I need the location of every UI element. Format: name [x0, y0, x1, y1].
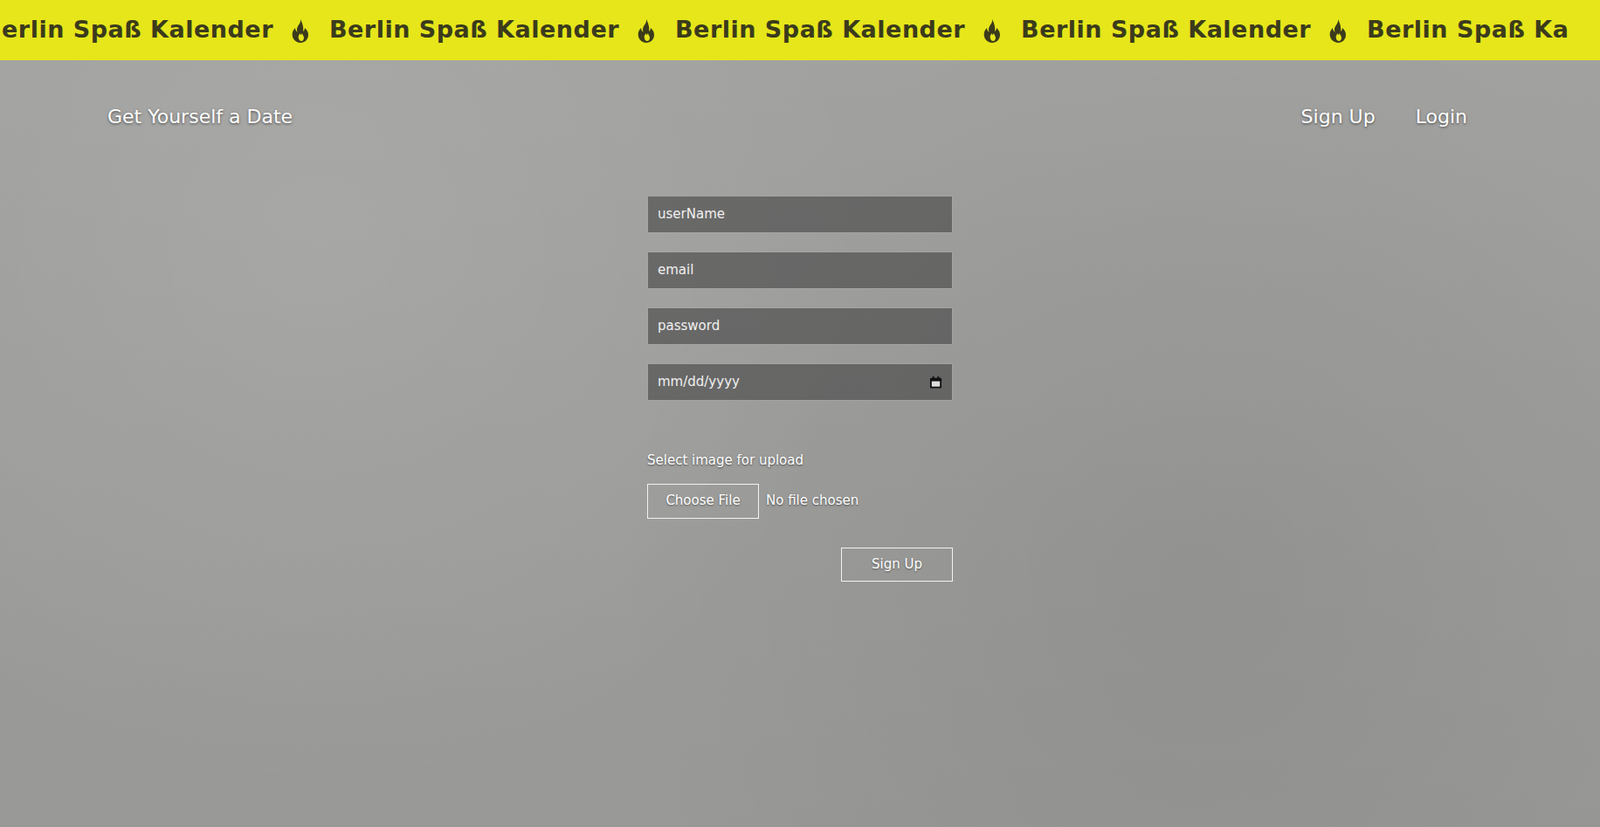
choose-file-button[interactable]: Choose File: [647, 483, 759, 519]
signup-form: Select image for upload Choose File No fil…: [647, 195, 953, 582]
upload-label: Select image for upload: [647, 450, 953, 471]
ticker-text: Berlin Spaß Kalender: [675, 12, 966, 49]
top-navbar: Get Yourself a Date Sign Up Login: [0, 60, 1600, 132]
nav-link-item[interactable]: Sign Up: [1301, 102, 1376, 132]
form-field: [647, 307, 953, 345]
brand-link[interactable]: Get Yourself a Date: [107, 102, 293, 132]
submit-row: Sign Up: [647, 518, 953, 582]
flame-icon: [1326, 17, 1350, 44]
file-status: No file chosen: [765, 490, 859, 511]
ticker-text: Berlin Spaß Kalender: [329, 12, 620, 49]
nav-links: Sign Up Login: [1301, 102, 1468, 132]
form-field: [647, 251, 953, 290]
flame-icon: [980, 17, 1004, 44]
nav-link-item[interactable]: Login: [1415, 102, 1468, 132]
sign-up-button[interactable]: Sign Up: [841, 547, 953, 582]
password-input[interactable]: [647, 307, 953, 345]
email-input[interactable]: [647, 251, 953, 290]
ticker-text: erlin Spaß Kalender: [1, 12, 274, 49]
ticker-text: Berlin Spaß Kalender: [1020, 12, 1311, 49]
form-field: [647, 195, 953, 234]
text-input[interactable]: [647, 195, 953, 234]
ticker-text: Berlin Spaß Ka: [1366, 12, 1569, 49]
flame-icon: [634, 17, 658, 44]
date-input[interactable]: [647, 363, 953, 401]
file-picker: Choose File No file chosen: [647, 483, 953, 519]
form-field: [647, 363, 953, 401]
flame-icon: [289, 17, 312, 44]
ticker-strip: erlin Spaß Kalender Berlin Spaß Kalender B…: [0, 0, 1600, 61]
calendar-icon: [929, 375, 943, 389]
